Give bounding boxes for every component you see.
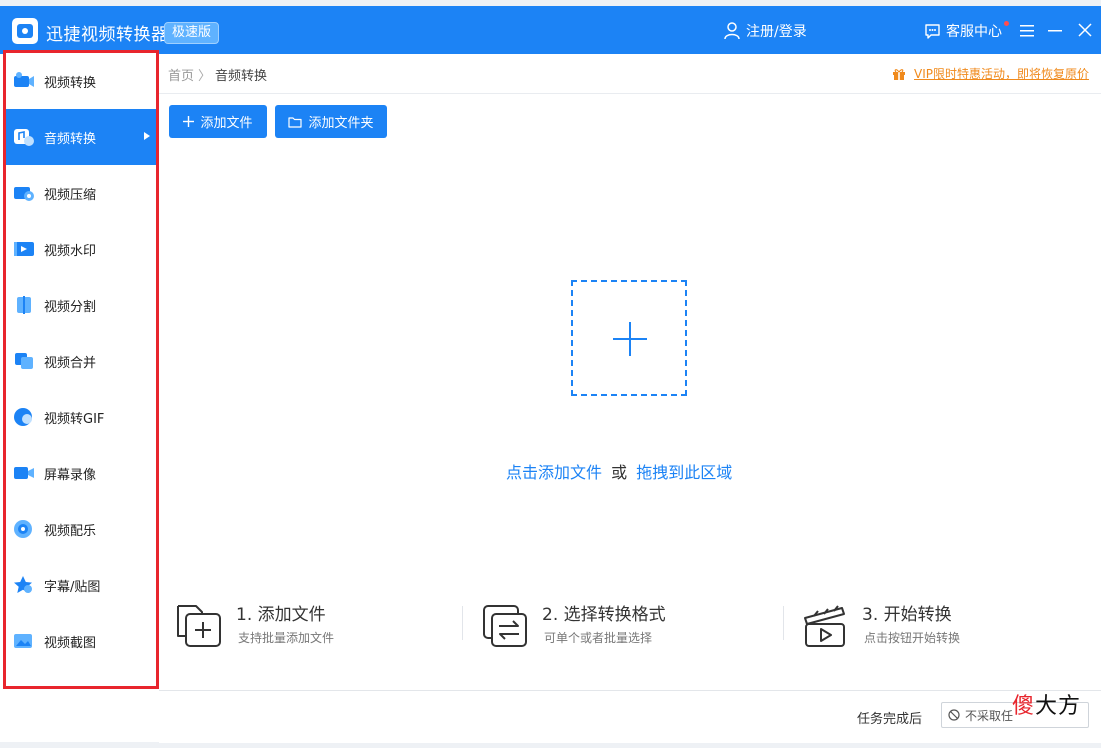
convert-format-step-icon [483, 605, 527, 647]
title-bar: 迅捷视频转换器 极速版 注册/登录 客服中心 [0, 6, 1101, 54]
sidebar-item-label: 视频转换 [44, 75, 97, 91]
sidebar-item-video-merge[interactable]: 视频合并 [6, 333, 156, 389]
bottom-bar: 任务完成后 不采取任 [159, 690, 1101, 743]
gift-icon [893, 68, 905, 80]
sidebar-item-label: 视频截图 [44, 635, 97, 651]
minimize-button[interactable] [1045, 20, 1065, 40]
or-text: 或 [611, 463, 628, 482]
step2-desc: 可单个或者批量选择 [544, 631, 653, 645]
step3-desc: 点击按钮开始转换 [864, 631, 961, 645]
login-label: 注册/登录 [746, 24, 807, 40]
sidebar-item-audio-convert[interactable]: 音频转换 [6, 109, 156, 165]
login-button[interactable]: 注册/登录 [724, 20, 807, 42]
step-divider [783, 606, 784, 640]
step3-title: 3. 开始转换 [862, 605, 952, 625]
step1-title: 1. 添加文件 [236, 605, 326, 625]
app-window: 迅捷视频转换器 极速版 注册/登录 客服中心 首页 〉 音频转换 VIP限时特惠… [0, 6, 1101, 743]
clapperboard-icon [804, 605, 845, 647]
ban-icon [948, 709, 960, 721]
sidebar-item-label: 视频压缩 [44, 187, 97, 203]
sidebar-item-video-convert[interactable]: 视频转换 [6, 53, 156, 109]
app-title: 迅捷视频转换器 [46, 25, 169, 45]
service-center-button[interactable]: 客服中心 [924, 20, 1009, 42]
breadcrumb-current: 音频转换 [215, 69, 268, 84]
video-convert-icon [12, 69, 36, 93]
audio-convert-icon [12, 125, 36, 149]
sidebar-item-subtitle-sticker[interactable]: 字幕/贴图 [6, 557, 156, 613]
after-complete-label: 任务完成后 [857, 712, 923, 727]
sidebar-item-label: 音频转换 [44, 131, 97, 147]
sidebar-item-label: 视频配乐 [44, 523, 97, 539]
user-icon [724, 22, 740, 40]
video-compress-icon [12, 181, 36, 205]
sidebar: 视频转换 音频转换 视频压缩 视频水印 视频分割 视频合并 视频转GIF 屏幕录… [3, 50, 159, 689]
step1-desc: 支持批量添加文件 [238, 631, 335, 645]
drop-hint: 点击添加文件 或 拖拽到此区域 [506, 459, 732, 483]
video-music-icon [12, 517, 36, 541]
sidebar-item-label: 视频水印 [44, 243, 97, 259]
vip-promo-link[interactable]: VIP限时特惠活动，即将恢复原价 [892, 65, 1089, 82]
sidebar-item-label: 视频转GIF [44, 411, 105, 427]
watermark-text: 傻大方 [1012, 694, 1082, 719]
sidebar-item-label: 视频合并 [44, 355, 97, 371]
app-logo-icon [12, 18, 38, 44]
close-icon [1078, 23, 1092, 37]
service-label: 客服中心 [946, 24, 1002, 40]
breadcrumb: 首页〉音频转换 [168, 69, 268, 84]
minimize-icon [1048, 30, 1062, 32]
add-file-button[interactable]: 添加文件 [169, 105, 267, 138]
plus-icon [183, 116, 195, 127]
close-button[interactable] [1075, 20, 1095, 40]
menu-button[interactable] [1017, 20, 1037, 40]
drop-zone[interactable] [571, 280, 687, 396]
sidebar-item-label: 视频分割 [44, 299, 97, 315]
video-merge-icon [12, 349, 36, 373]
add-file-step-icon [177, 605, 221, 647]
edition-badge: 极速版 [164, 22, 220, 44]
sidebar-item-video-music[interactable]: 视频配乐 [6, 501, 156, 557]
step2-title: 2. 选择转换格式 [542, 605, 666, 625]
sidebar-item-label: 字幕/贴图 [44, 579, 101, 595]
active-arrow-icon [144, 132, 150, 140]
add-file-label: 添加文件 [200, 116, 253, 131]
video-gif-icon [12, 405, 36, 429]
sidebar-item-video-split[interactable]: 视频分割 [6, 277, 156, 333]
step-divider [462, 606, 463, 640]
breadcrumb-home[interactable]: 首页 [168, 69, 194, 84]
video-screenshot-icon [12, 629, 36, 653]
notification-dot [1004, 21, 1009, 26]
add-folder-button[interactable]: 添加文件夹 [275, 105, 387, 138]
chat-icon [925, 23, 940, 39]
sidebar-item-video-gif[interactable]: 视频转GIF [6, 389, 156, 445]
video-split-icon [12, 293, 36, 317]
sidebar-item-label: 屏幕录像 [44, 467, 97, 483]
menu-icon [1020, 24, 1034, 36]
drag-here-text: 拖拽到此区域 [636, 463, 733, 482]
sidebar-item-screen-record[interactable]: 屏幕录像 [6, 445, 156, 501]
sidebar-item-video-watermark[interactable]: 视频水印 [6, 221, 156, 277]
sidebar-item-video-compress[interactable]: 视频压缩 [6, 165, 156, 221]
vip-promo-text: VIP限时特惠活动，即将恢复原价 [914, 67, 1089, 81]
subtitle-sticker-icon [12, 573, 36, 597]
header-divider [159, 93, 1101, 94]
video-watermark-icon [12, 237, 36, 261]
after-complete-value: 不采取任 [965, 708, 1014, 723]
click-add-link[interactable]: 点击添加文件 [506, 463, 602, 482]
screen-record-icon [12, 461, 36, 485]
folder-icon [288, 116, 303, 128]
sidebar-item-video-screenshot[interactable]: 视频截图 [6, 613, 156, 669]
add-folder-label: 添加文件夹 [308, 116, 374, 131]
